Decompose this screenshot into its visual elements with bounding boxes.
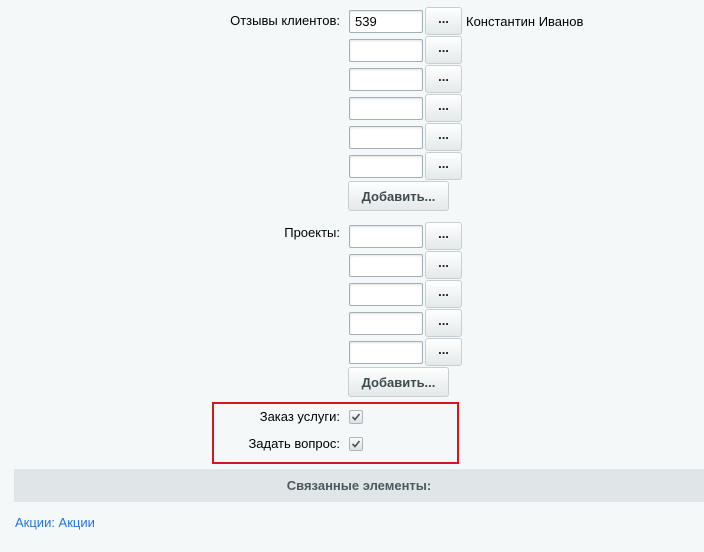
review-linked-name: Константин Иванов: [466, 14, 584, 29]
review-input-5[interactable]: [349, 126, 423, 149]
related-section-header: Связанные элементы:: [14, 469, 704, 502]
review-input-3[interactable]: [349, 68, 423, 91]
review-browse-button-5[interactable]: ...: [425, 123, 462, 151]
review-browse-button-3[interactable]: ...: [425, 65, 462, 93]
promotions-link[interactable]: Акции: Акции: [15, 515, 95, 530]
review-browse-button-1[interactable]: ...: [425, 7, 462, 35]
project-browse-button-2[interactable]: ...: [425, 251, 462, 279]
project-input-4[interactable]: [349, 312, 423, 335]
review-browse-button-4[interactable]: ...: [425, 94, 462, 122]
project-browse-button-3[interactable]: ...: [425, 280, 462, 308]
order-service-label: Заказ услуги:: [259, 409, 340, 424]
review-input-1[interactable]: [349, 10, 423, 33]
reviews-add-button[interactable]: Добавить...: [348, 181, 449, 211]
review-browse-button-6[interactable]: ...: [425, 152, 462, 180]
project-browse-button-1[interactable]: ...: [425, 222, 462, 250]
project-input-1[interactable]: [349, 225, 423, 248]
ask-question-label: Задать вопрос:: [248, 436, 340, 451]
review-input-6[interactable]: [349, 155, 423, 178]
projects-label: Проекты:: [284, 225, 340, 240]
reviews-label: Отзывы клиентов:: [230, 13, 340, 28]
review-input-4[interactable]: [349, 97, 423, 120]
review-browse-button-2[interactable]: ...: [425, 36, 462, 64]
project-input-2[interactable]: [349, 254, 423, 277]
checkmark-icon: [351, 440, 361, 448]
projects-add-button[interactable]: Добавить...: [348, 367, 449, 397]
order-service-checkbox[interactable]: [349, 410, 363, 424]
project-browse-button-5[interactable]: ...: [425, 338, 462, 366]
project-input-5[interactable]: [349, 341, 423, 364]
project-browse-button-4[interactable]: ...: [425, 309, 462, 337]
related-section-title: Связанные элементы:: [286, 478, 432, 493]
ask-question-checkbox[interactable]: [349, 437, 363, 451]
checkmark-icon: [351, 413, 361, 421]
project-input-3[interactable]: [349, 283, 423, 306]
review-input-2[interactable]: [349, 39, 423, 62]
